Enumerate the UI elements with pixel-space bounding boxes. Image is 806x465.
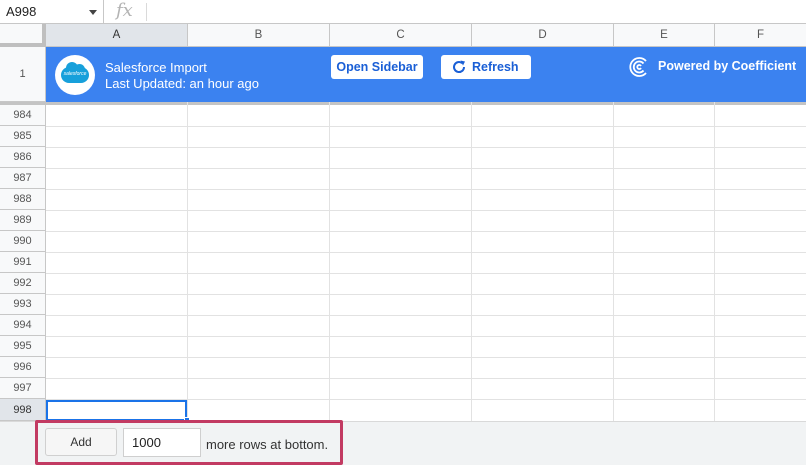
refresh-icon [453,60,466,73]
gridline [46,126,806,127]
row-header[interactable]: 985 [0,126,46,147]
gridline [46,168,806,169]
coefficient-import-banner: salesforce Salesforce Import Last Update… [46,47,806,102]
row-header[interactable]: 984 [0,105,46,126]
name-box[interactable]: A998 [0,0,104,24]
gridline [329,102,330,421]
gridline [46,252,806,253]
chevron-down-icon[interactable] [89,10,97,15]
gridline [46,378,806,379]
formula-separator [146,3,147,21]
open-sidebar-button[interactable]: Open Sidebar [331,55,423,79]
gridline [46,315,806,316]
row-header-1[interactable]: 1 [0,47,46,102]
row-header[interactable]: 990 [0,231,46,252]
row-header[interactable]: 996 [0,357,46,378]
gridline [613,102,614,421]
gridline [471,102,472,421]
row-header[interactable]: 992 [0,273,46,294]
salesforce-logo-text: salesforce [63,71,87,77]
column-header-d[interactable]: D [472,24,614,47]
column-header-c[interactable]: C [330,24,472,47]
row-header-selected[interactable]: 998 [0,399,46,421]
column-header-b[interactable]: B [188,24,330,47]
gridline [187,102,188,421]
name-box-value: A998 [6,4,37,19]
gridline [46,147,806,148]
gridline [46,231,806,232]
row-header[interactable]: 989 [0,210,46,231]
gridline [46,273,806,274]
row-header[interactable]: 987 [0,168,46,189]
highlight-box [35,420,343,465]
active-cell-a998[interactable] [46,400,187,421]
fx-icon: fx [116,0,133,21]
salesforce-cloud-icon: salesforce [61,62,89,83]
row-header[interactable]: 997 [0,378,46,399]
gridline [46,210,806,211]
gridline [46,336,806,337]
salesforce-logo: salesforce [55,55,95,95]
gridline [46,294,806,295]
row-header[interactable]: 986 [0,147,46,168]
row-header[interactable]: 988 [0,189,46,210]
row-header[interactable]: 994 [0,315,46,336]
column-header-a[interactable]: A [46,24,188,47]
gridline [46,189,806,190]
formula-bar: A998 fx [0,0,806,24]
row-header[interactable]: 993 [0,294,46,315]
gridline [714,102,715,421]
column-header-f[interactable]: F [715,24,806,47]
import-title: Salesforce Import [105,60,207,75]
select-all-corner[interactable] [0,24,46,47]
powered-by-text: Powered by Coefficient [658,59,797,73]
last-updated-text: Last Updated: an hour ago [105,76,259,91]
row-header[interactable]: 991 [0,252,46,273]
gridline [46,357,806,358]
refresh-label: Refresh [472,60,519,74]
cell-grid[interactable] [46,102,806,421]
column-header-e[interactable]: E [614,24,715,47]
row-header[interactable]: 995 [0,336,46,357]
refresh-button[interactable]: Refresh [441,55,531,79]
formula-input[interactable] [154,4,794,20]
coefficient-logo-icon [629,57,647,77]
